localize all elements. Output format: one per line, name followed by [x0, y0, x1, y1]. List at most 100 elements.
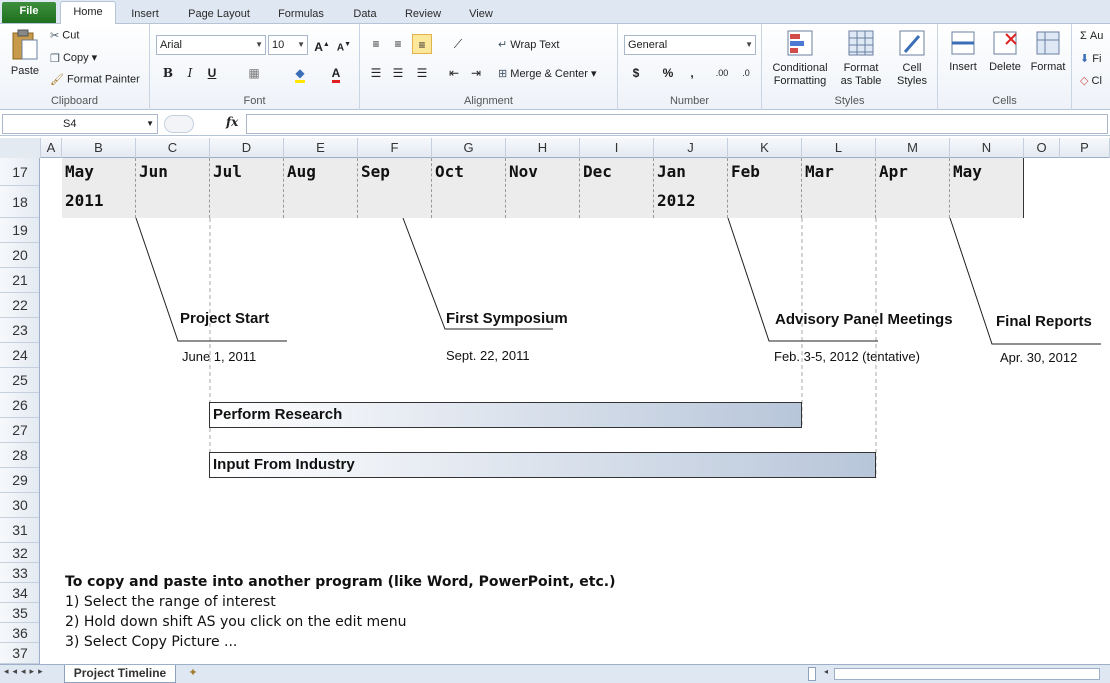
conditional-formatting-button[interactable]: Conditional Formatting [768, 28, 832, 88]
copy-button[interactable]: ❐ Copy ▾ [50, 51, 97, 65]
column-header[interactable]: D [210, 138, 284, 158]
row-header[interactable]: 21 [0, 268, 39, 293]
row-header[interactable]: 32 [0, 543, 39, 563]
bold-button[interactable]: B [158, 63, 178, 83]
row-header[interactable]: 27 [0, 418, 39, 443]
row-header[interactable]: 25 [0, 368, 39, 393]
row-header[interactable]: 31 [0, 518, 39, 543]
name-box[interactable]: S4 ▼ [2, 114, 158, 134]
row-header[interactable]: 19 [0, 218, 39, 243]
tab-home[interactable]: Home [60, 1, 116, 25]
column-header[interactable]: M [876, 138, 950, 158]
autosum-button[interactable]: Σ Au [1080, 30, 1103, 42]
align-right-button[interactable]: ☰ [412, 63, 432, 83]
select-all-corner[interactable] [0, 138, 41, 158]
orientation-button[interactable]: ⟋ [448, 34, 468, 54]
tab-review[interactable]: Review [398, 4, 448, 24]
tab-formulas[interactable]: Formulas [270, 4, 332, 24]
format-as-table-button[interactable]: Format as Table [836, 28, 886, 88]
tab-data[interactable]: Data [346, 4, 384, 24]
row-header[interactable]: 29 [0, 468, 39, 493]
column-header[interactable]: P [1060, 138, 1110, 158]
column-header[interactable]: E [284, 138, 358, 158]
column-headers: A B C D E F G H I J K L M N O P [0, 138, 1110, 158]
align-left-button[interactable]: ☰ [366, 63, 386, 83]
month-label: Sep [361, 162, 390, 181]
align-center-button[interactable]: ☰ [388, 63, 408, 83]
cut-button[interactable]: ✂ Cut [50, 29, 79, 42]
row-header[interactable]: 28 [0, 443, 39, 468]
font-color-button[interactable]: A [326, 63, 346, 83]
row-header[interactable]: 36 [0, 623, 39, 643]
row-header[interactable]: 23 [0, 318, 39, 343]
sheet-nav-arrows[interactable]: ◂◂◂▸▸ [4, 666, 47, 677]
column-header[interactable]: H [506, 138, 580, 158]
scroll-left-arrow[interactable]: ◂ [820, 667, 832, 681]
row-header[interactable]: 33 [0, 563, 39, 583]
fill-color-button[interactable]: ◆ [290, 63, 310, 83]
fill-button[interactable]: ⬇ Fi [1080, 52, 1101, 65]
column-header[interactable]: O [1024, 138, 1060, 158]
increase-decimal-button[interactable]: .00 [712, 63, 732, 83]
worksheet[interactable]: May 2011 Jun Jul Aug Sep Oct Nov Dec Jan 2… [41, 158, 1110, 664]
grow-font-button[interactable]: A▲ [312, 35, 332, 55]
comma-button[interactable]: , [682, 63, 702, 83]
column-header[interactable]: G [432, 138, 506, 158]
insert-cells-button[interactable]: Insert [944, 28, 982, 73]
row-header[interactable]: 34 [0, 583, 39, 603]
row-header[interactable]: 37 [0, 643, 39, 664]
tab-file[interactable]: File [2, 2, 56, 23]
column-header[interactable]: A [41, 138, 62, 158]
paste-button[interactable]: Paste [8, 28, 42, 77]
sheet-tab-project-timeline[interactable]: Project Timeline [64, 665, 176, 683]
horizontal-scrollbar[interactable] [834, 668, 1100, 680]
insert-function-button[interactable]: fx [226, 115, 238, 129]
formula-input[interactable] [246, 114, 1108, 134]
column-header[interactable]: I [580, 138, 654, 158]
format-cells-button[interactable]: Format [1028, 28, 1068, 73]
underline-button[interactable]: U [202, 63, 222, 83]
font-size-select[interactable]: 10 ▼ [268, 35, 308, 55]
cell-styles-button[interactable]: Cell Styles [890, 28, 934, 88]
font-name-select[interactable]: Arial ▼ [156, 35, 266, 55]
borders-button[interactable]: ▦ [244, 63, 264, 83]
column-header[interactable]: K [728, 138, 802, 158]
italic-button[interactable]: I [180, 63, 200, 83]
tab-insert[interactable]: Insert [124, 4, 166, 24]
conditional-label-1: Conditional [772, 62, 828, 74]
percent-button[interactable]: % [658, 63, 678, 83]
align-top-button[interactable]: ≡ [366, 34, 386, 54]
wrap-text-button[interactable]: ↵ Wrap Text [498, 38, 559, 51]
column-header[interactable]: C [136, 138, 210, 158]
row-header[interactable]: 18 [0, 186, 39, 218]
row-header[interactable]: 22 [0, 293, 39, 318]
align-middle-button[interactable]: ≡ [388, 34, 408, 54]
tab-page-layout[interactable]: Page Layout [180, 4, 258, 24]
insert-sheet-icon[interactable]: ✦ [182, 666, 204, 682]
column-header[interactable]: L [802, 138, 876, 158]
align-bottom-button[interactable]: ≡ [412, 34, 432, 54]
clear-button[interactable]: ◇ Cl [1080, 74, 1102, 87]
decrease-indent-button[interactable]: ⇤ [444, 63, 464, 83]
number-format-select[interactable]: General ▼ [624, 35, 756, 55]
row-header[interactable]: 30 [0, 493, 39, 518]
currency-button[interactable]: $ [626, 63, 646, 83]
column-header[interactable]: F [358, 138, 432, 158]
decrease-decimal-button[interactable]: .0 [736, 63, 756, 83]
column-header[interactable]: B [62, 138, 136, 158]
increase-indent-button[interactable]: ⇥ [466, 63, 486, 83]
column-header[interactable]: N [950, 138, 1024, 158]
month-label: Jun [139, 162, 168, 181]
row-header[interactable]: 26 [0, 393, 39, 418]
row-header[interactable]: 24 [0, 343, 39, 368]
row-header[interactable]: 35 [0, 603, 39, 623]
merge-center-button[interactable]: ⊞ Merge & Center ▾ [498, 67, 597, 80]
delete-cells-button[interactable]: Delete [986, 28, 1024, 73]
shrink-font-button[interactable]: A▼ [334, 35, 354, 55]
row-header[interactable]: 20 [0, 243, 39, 268]
row-header[interactable]: 17 [0, 158, 39, 186]
column-header[interactable]: J [654, 138, 728, 158]
tab-split-handle[interactable] [808, 667, 816, 681]
tab-view[interactable]: View [462, 4, 500, 24]
format-painter-button[interactable]: 🖌 Format Painter [50, 73, 140, 86]
